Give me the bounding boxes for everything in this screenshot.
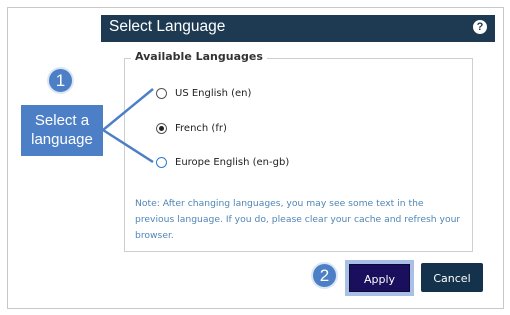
step-2-badge: 2 bbox=[311, 262, 338, 289]
step-1-callout: Select a language bbox=[21, 105, 103, 156]
cancel-button[interactable]: Cancel bbox=[421, 263, 483, 292]
apply-button[interactable]: Apply bbox=[349, 264, 410, 292]
step-1-badge: 1 bbox=[47, 67, 74, 94]
